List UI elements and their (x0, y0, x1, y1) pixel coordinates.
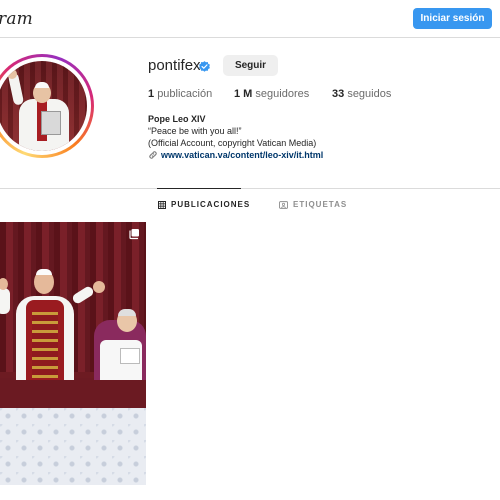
bio-line: (Official Account, copyright Vatican Med… (148, 138, 317, 148)
stat-following-value: 33 (332, 88, 345, 100)
verified-badge-icon (199, 61, 210, 72)
avatar-ring-inner (0, 57, 91, 155)
stat-posts: 1 publicación (148, 88, 212, 100)
stat-followers-value: 1 M (234, 88, 253, 100)
tab-posts-label: PUBLICACIONES (171, 200, 251, 209)
bio-website-link[interactable]: www.vatican.va/content/leo-xiv/it.html (148, 150, 323, 160)
avatar-book (41, 111, 61, 135)
multiple-images-icon (129, 229, 139, 240)
avatar-hand (7, 69, 17, 79)
profile-avatar[interactable] (0, 54, 94, 158)
avatar-photo (0, 61, 87, 151)
bio-full-name: Pope Leo XIV (148, 114, 206, 124)
tab-posts[interactable]: PUBLICACIONES (158, 200, 250, 209)
stat-followers-label: seguidores (255, 88, 310, 100)
stat-following-label: seguidos (347, 88, 392, 100)
avatar-zucchetto (35, 82, 49, 88)
post-thumbnail[interactable] (0, 222, 146, 485)
grid-icon (158, 200, 166, 209)
link-icon (149, 151, 157, 159)
post-bishop-book (120, 348, 140, 364)
post-balcony (0, 378, 146, 408)
post-pope-hand (93, 281, 105, 293)
post-balcony-banner (0, 408, 146, 485)
tag-icon (279, 200, 288, 209)
stat-posts-value: 1 (148, 88, 155, 100)
post-pope-stole-embroidery (32, 312, 58, 378)
login-button[interactable]: Iniciar sesión (413, 8, 492, 29)
follow-button[interactable]: Seguir (223, 55, 278, 76)
bio-link-text: www.vatican.va/content/leo-xiv/it.html (161, 150, 324, 160)
active-tab-indicator (157, 188, 241, 189)
bio-line: “Peace be with you all!” (148, 126, 242, 136)
tab-tagged-label: ETIQUETAS (293, 200, 348, 209)
instagram-logo[interactable]: ram (0, 9, 33, 29)
post-figure-arm (0, 288, 10, 314)
stat-following[interactable]: 33 seguidos (332, 88, 391, 100)
profile-username: pontifex (148, 57, 201, 74)
top-bar: ram Iniciar sesión (0, 0, 500, 38)
post-pope-zucchetto (36, 269, 52, 275)
tab-tagged[interactable]: ETIQUETAS (279, 200, 347, 209)
tabs-divider (0, 188, 500, 189)
stat-posts-label: publicación (157, 88, 213, 100)
post-bishop-hair (118, 309, 136, 316)
stat-followers[interactable]: 1 M seguidores (234, 88, 309, 100)
